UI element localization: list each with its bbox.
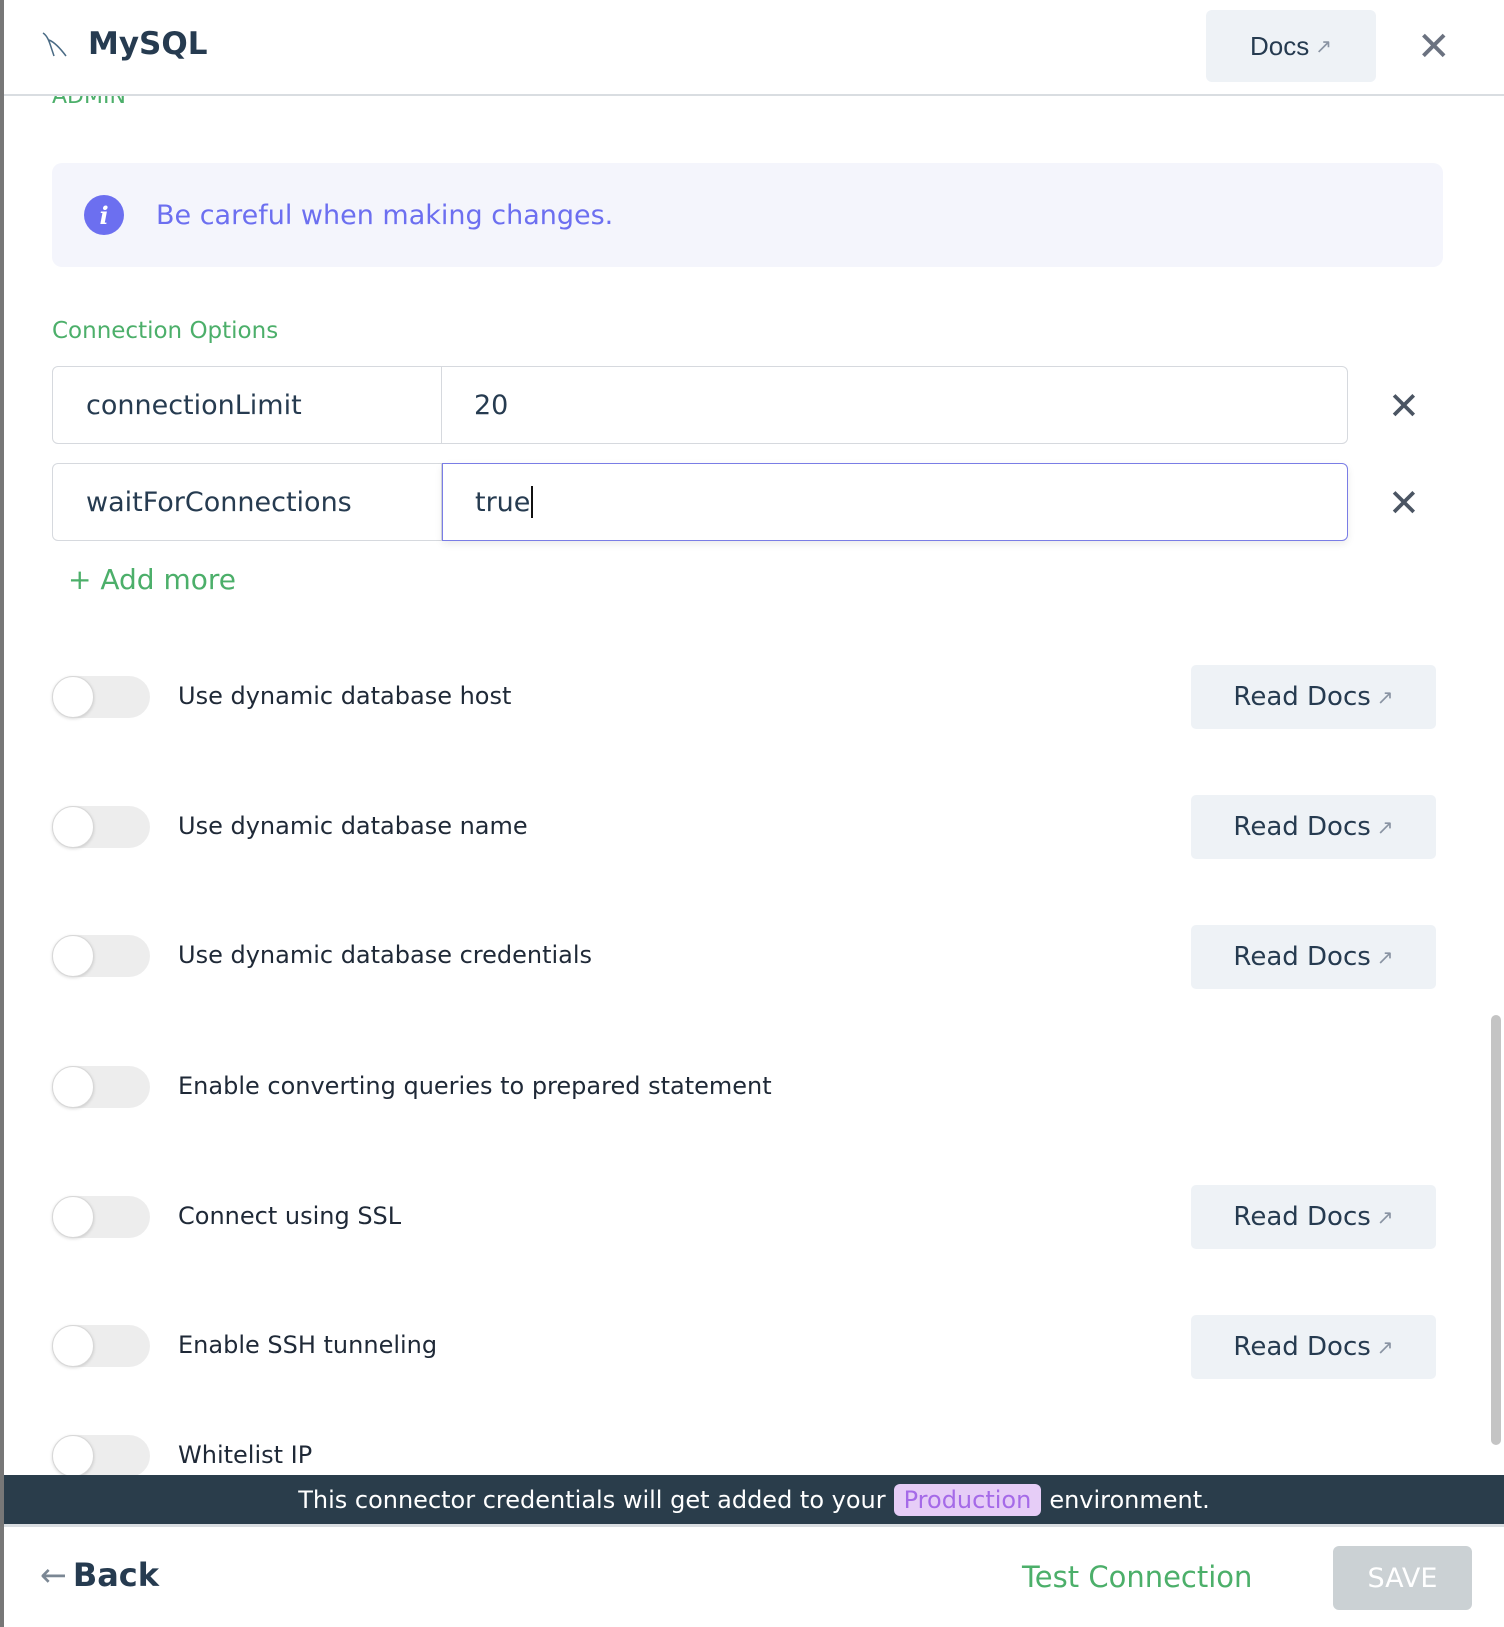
option-value-text: true [475, 486, 531, 518]
close-icon[interactable]: ✕ [1417, 24, 1451, 70]
save-button[interactable]: SAVE [1333, 1546, 1472, 1610]
info-icon: i [84, 195, 124, 235]
read-docs-label: Read Docs [1233, 682, 1371, 712]
connection-options-label: Connection Options [52, 318, 279, 344]
read-docs-button[interactable]: Read Docs ↗ [1191, 1185, 1436, 1249]
toggle-dynamic-host[interactable] [52, 676, 150, 718]
toggle-label: Enable SSH tunneling [178, 1331, 438, 1359]
external-link-icon: ↗ [1376, 815, 1394, 839]
external-link-icon: ↗ [1376, 1205, 1394, 1229]
option-row: waitForConnections true [52, 463, 1348, 541]
external-link-icon: ↗ [1315, 35, 1332, 58]
read-docs-button[interactable]: Read Docs ↗ [1191, 925, 1436, 989]
toggle-label: Connect using SSL [178, 1202, 402, 1230]
docs-label: Docs [1249, 30, 1310, 61]
window-edge [0, 0, 4, 1627]
back-label: Back [72, 1556, 160, 1594]
external-link-icon: ↗ [1376, 945, 1394, 969]
toggle-label: Use dynamic database host [178, 682, 512, 710]
option-key-input[interactable]: waitForConnections [52, 463, 442, 541]
back-button[interactable]: ← Back [40, 1556, 159, 1594]
test-connection-button[interactable]: Test Connection [1022, 1560, 1252, 1594]
toggle-label: Use dynamic database credentials [178, 941, 593, 969]
remove-option-icon[interactable]: ✕ [1388, 481, 1420, 525]
toggle-label: Use dynamic database name [178, 812, 528, 840]
read-docs-label: Read Docs [1233, 1202, 1371, 1232]
banner-text-end: environment. [1049, 1485, 1210, 1514]
read-docs-label: Read Docs [1233, 942, 1371, 972]
toggle-prepared-statement[interactable] [52, 1066, 150, 1108]
header: MySQL Docs ↗ ✕ [4, 0, 1504, 96]
option-row: connectionLimit 20 [52, 366, 1348, 444]
scrollbar[interactable] [1491, 1015, 1501, 1445]
option-value-input[interactable]: true [442, 463, 1348, 541]
text-caret [531, 486, 534, 518]
banner-text: This connector credentials will get adde… [298, 1485, 886, 1514]
read-docs-button[interactable]: Read Docs ↗ [1191, 795, 1436, 859]
option-key-input[interactable]: connectionLimit [52, 366, 442, 444]
info-alert: i Be careful when making changes. [52, 163, 1443, 267]
remove-option-icon[interactable]: ✕ [1388, 384, 1420, 428]
toggle-dynamic-name[interactable] [52, 806, 150, 848]
environment-banner: This connector credentials will get adde… [4, 1475, 1504, 1527]
toggle-label: Enable converting queries to prepared st… [178, 1072, 772, 1100]
read-docs-button[interactable]: Read Docs ↗ [1191, 1315, 1436, 1379]
toggle-whitelist-ip[interactable] [52, 1435, 150, 1477]
info-text: Be careful when making changes. [156, 199, 614, 231]
add-more-button[interactable]: + Add more [68, 563, 236, 596]
external-link-icon: ↗ [1376, 1335, 1394, 1359]
toggle-dynamic-credentials[interactable] [52, 935, 150, 977]
page-title: MySQL [88, 26, 208, 62]
toggle-label: Whitelist IP [178, 1441, 313, 1469]
arrow-left-icon: ← [40, 1556, 67, 1594]
read-docs-label: Read Docs [1233, 1332, 1371, 1362]
toggle-ssh-tunneling[interactable] [52, 1325, 150, 1367]
read-docs-button[interactable]: Read Docs ↗ [1191, 665, 1436, 729]
read-docs-label: Read Docs [1233, 812, 1371, 842]
mysql-dolphin-icon [42, 32, 67, 57]
environment-badge: Production [893, 1483, 1042, 1516]
docs-button[interactable]: Docs ↗ [1206, 10, 1376, 82]
external-link-icon: ↗ [1376, 685, 1394, 709]
toggle-ssl[interactable] [52, 1196, 150, 1238]
option-value-input[interactable]: 20 [442, 366, 1348, 444]
